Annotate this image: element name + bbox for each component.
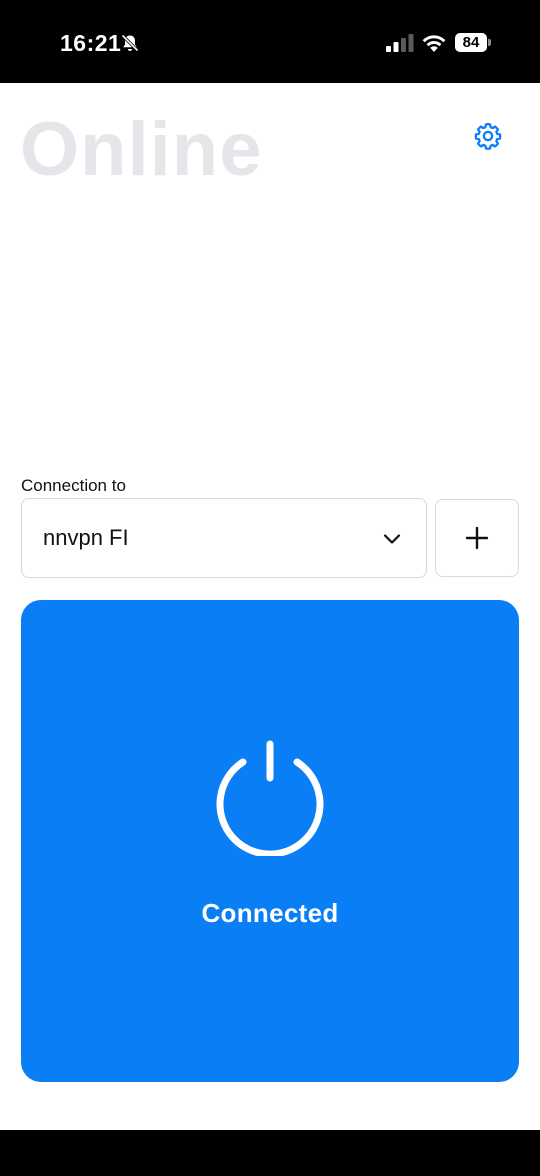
connection-label: Connection to	[21, 476, 126, 495]
settings-button[interactable]	[468, 116, 508, 156]
server-select-value: nnvpn FI	[43, 525, 129, 550]
gear-icon	[474, 123, 502, 150]
bell-off-icon	[121, 34, 139, 52]
connection-status-text: Connected	[201, 898, 339, 928]
battery-nub	[488, 39, 491, 46]
signal-icon	[386, 34, 414, 52]
chevron-down-icon	[383, 534, 401, 544]
status-bar: 16:21 84	[0, 0, 540, 83]
connect-toggle-button[interactable]: Connected	[21, 600, 519, 1082]
wifi-icon	[422, 35, 446, 52]
add-server-button[interactable]	[435, 499, 519, 577]
server-select[interactable]: nnvpn FI	[21, 498, 427, 578]
power-icon	[216, 740, 324, 856]
page-title: Online	[20, 107, 263, 192]
battery-level: 84	[462, 34, 480, 51]
battery-icon: 84	[455, 33, 487, 52]
plus-icon	[465, 526, 489, 550]
bottom-bar	[0, 1130, 540, 1176]
status-time: 16:21	[60, 30, 122, 56]
